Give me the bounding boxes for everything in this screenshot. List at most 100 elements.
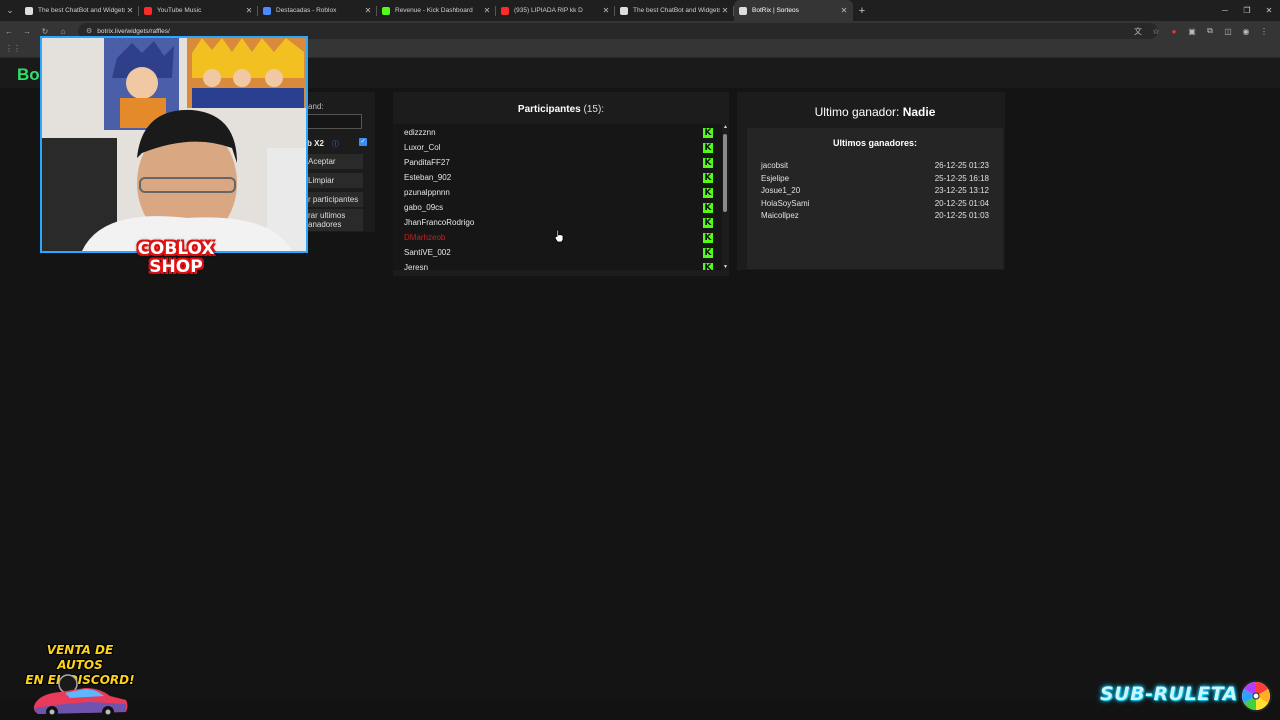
restore-icon[interactable]: ❐ <box>1236 0 1258 21</box>
extensions-area: 文 ☆ ● ▣ ⧉ ◫ ◉ ⋮ <box>1132 21 1270 41</box>
close-window-icon[interactable]: ✕ <box>1258 0 1280 21</box>
sub-ruleta-logo: SUB-RULETA <box>1100 683 1238 705</box>
browser-tab[interactable]: The best ChatBot and Widgets ✕ <box>20 0 139 21</box>
extension-red-icon[interactable]: ● <box>1168 25 1180 37</box>
participant-row[interactable]: SantiVE_002 K <box>404 245 716 260</box>
last-winners-line2: anadores <box>308 220 342 229</box>
tab-close-icon[interactable]: ✕ <box>601 6 611 15</box>
browser-tab[interactable]: BotRix | Sorteos ✕ <box>734 0 853 21</box>
last-winners-heading: Ultimos ganadores: <box>832 138 917 148</box>
browser-tab[interactable]: YouTube Music ✕ <box>139 0 258 21</box>
tab-favicon-icon <box>144 6 152 15</box>
participants-list[interactable]: edizzznn K Luxor_Col K PanditaFF27 K Esteban_9… <box>393 124 722 270</box>
winner-name: HolaSoySami <box>761 198 810 208</box>
participant-name: Esteban_902 <box>404 173 452 182</box>
participant-row[interactable]: PanditaFF27 K <box>404 155 716 170</box>
tab-favicon-icon <box>263 6 271 15</box>
participant-row[interactable]: pzunalppnnn K <box>404 185 716 200</box>
sub-x2-label: b X2 <box>307 139 324 148</box>
venta-line1: VENTA DE AUTOS <box>46 643 114 672</box>
participant-row[interactable]: JhanFrancoRodrigo K <box>404 215 716 230</box>
translate-icon[interactable]: 文 <box>1132 25 1144 37</box>
last-winner-row: Josue1_20 23-12-25 13:12 <box>761 186 989 195</box>
tab-search-icon[interactable]: ⌄ <box>0 0 20 21</box>
last-winner-title: Ultimo ganador: Nadie <box>737 105 1013 119</box>
apps-grid-icon[interactable]: ⋮⋮ <box>5 44 21 53</box>
tab-close-icon[interactable]: ✕ <box>363 6 373 15</box>
kick-platform-icon: K <box>703 128 713 138</box>
winner-date: 23-12-25 13:12 <box>934 186 989 195</box>
participant-name: pzunalppnnn <box>404 188 450 197</box>
tab-title: (935) LIPIADA RIP kk D <box>514 7 583 14</box>
coblox-line1: COBLOX <box>137 239 215 259</box>
menu-icon[interactable]: ⋮ <box>1258 25 1270 37</box>
participant-name: Luxor_Col <box>404 143 441 152</box>
participant-row[interactable]: Jeresn K <box>404 260 716 270</box>
winner-date: 25-12-25 16:18 <box>934 173 989 183</box>
browser-tab[interactable]: (935) LIPIADA RIP kk D ✕ <box>496 0 615 21</box>
kick-platform-icon: K <box>703 173 713 183</box>
last-winner-row: Esjelipe 25-12-25 16:18 <box>761 174 989 183</box>
webcam-overlay <box>40 36 308 253</box>
kick-platform-icon: K <box>703 203 713 213</box>
tab-strip: The best ChatBot and Widgets ✕ YouTube Mus… <box>20 0 853 21</box>
minimize-icon[interactable]: ─ <box>1214 0 1236 21</box>
participants-scrollbar[interactable]: ▲ ▼ <box>722 124 729 270</box>
bookmark-star-icon[interactable]: ☆ <box>1150 25 1162 37</box>
extension-screen-icon[interactable]: ▣ <box>1186 25 1198 37</box>
tab-title: The best ChatBot and Widgets <box>38 7 125 14</box>
scroll-thumb[interactable] <box>723 134 727 212</box>
sports-car-icon <box>33 674 128 718</box>
browser-tab[interactable]: The best ChatBot and Widgets ✕ <box>615 0 734 21</box>
tab-close-icon[interactable]: ✕ <box>839 6 849 15</box>
tab-close-icon[interactable]: ✕ <box>720 6 730 15</box>
info-icon[interactable]: ⓘ <box>332 139 339 149</box>
tab-favicon-icon <box>620 6 628 15</box>
participant-row[interactable]: edizzznn K <box>404 125 716 140</box>
last-winner-value: Nadie <box>902 105 936 119</box>
last-winners-box: Ultimos ganadores: jacobsit 26-12-25 01:2… <box>747 128 1003 269</box>
kick-platform-icon: K <box>703 263 713 270</box>
site-info-icon[interactable]: ⚙ <box>86 27 92 35</box>
tab-title: Destacadas - Roblox <box>276 7 337 14</box>
kick-platform-icon: K <box>703 248 713 258</box>
accept-button[interactable]: Aceptar <box>305 154 363 169</box>
winner-date: 20-12-25 01:04 <box>934 198 989 208</box>
coblox-line2: SHOP <box>149 257 203 277</box>
clear-button[interactable]: Limpiar <box>305 173 363 188</box>
tab-title: The best ChatBot and Widgets <box>633 7 720 14</box>
last-winner-row: HolaSoySami 20-12-25 01:04 <box>761 199 989 208</box>
forward-icon[interactable]: → <box>18 21 36 41</box>
back-icon[interactable]: ← <box>0 21 18 41</box>
browser-tab[interactable]: Destacadas - Roblox ✕ <box>258 0 377 21</box>
tab-close-icon[interactable]: ✕ <box>482 6 492 15</box>
kick-platform-icon: K <box>703 158 713 168</box>
winner-date: 20-12-25 01:03 <box>934 211 989 220</box>
last-winner-row: jacobsit 26-12-25 01:23 <box>761 161 989 170</box>
participant-row[interactable]: Esteban_902 K <box>404 170 716 185</box>
roulette-wheel-icon <box>1240 680 1272 712</box>
extensions-puzzle-icon[interactable]: ⧉ <box>1204 25 1216 37</box>
tab-close-icon[interactable]: ✕ <box>244 6 254 15</box>
last-winners-button[interactable]: rar ultimos anadores <box>305 209 363 231</box>
profile-icon[interactable]: ◉ <box>1240 25 1252 37</box>
winner-name: jacobsit <box>761 161 789 170</box>
winner-name: Esjelipe <box>761 173 790 183</box>
winner-panel: Ultimo ganador: Nadie Ultimos ganadores:… <box>737 92 1005 270</box>
participant-row[interactable]: gabo_09cs K <box>404 200 716 215</box>
scroll-down-icon[interactable]: ▼ <box>722 264 729 270</box>
split-icon[interactable]: ◫ <box>1222 25 1234 37</box>
participants-panel: Participantes (15): edizzznn K Luxor_Col K P… <box>393 92 729 276</box>
new-tab-button[interactable]: + <box>853 5 871 17</box>
participant-name: Jeresn <box>404 263 429 270</box>
participants-button[interactable]: r participantes <box>305 192 363 207</box>
participant-row[interactable]: Luxor_Col K <box>404 140 716 155</box>
tab-close-icon[interactable]: ✕ <box>125 6 135 15</box>
tab-favicon-icon <box>501 6 509 15</box>
scroll-up-icon[interactable]: ▲ <box>722 124 729 130</box>
command-input[interactable] <box>305 114 362 129</box>
participants-title: Participantes (15): <box>393 104 729 115</box>
sub-x2-checkbox[interactable]: ✓ <box>359 138 367 146</box>
browser-tab[interactable]: Revenue - Kick Dashboard ✕ <box>377 0 496 21</box>
participant-name: JhanFrancoRodrigo <box>404 218 475 227</box>
